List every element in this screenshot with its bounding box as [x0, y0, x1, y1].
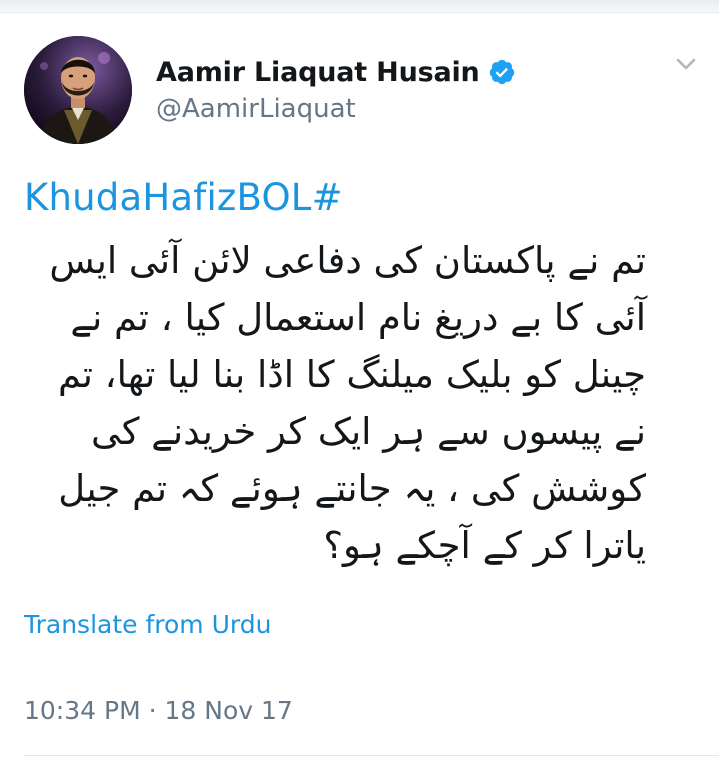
translate-link[interactable]: Translate from Urdu [24, 610, 271, 639]
tweet-text: تم نے پاکستان کی دفاعی لائن آئی ایس آئی … [49, 239, 646, 567]
tweet-timestamp[interactable]: 10:34 PM · 18 Nov 17 [24, 696, 293, 725]
chevron-down-icon[interactable] [672, 52, 700, 76]
display-name[interactable]: Aamir Liaquat Husain [156, 57, 480, 88]
top-divider [0, 0, 719, 13]
name-row: Aamir Liaquat Husain [156, 52, 516, 92]
avatar[interactable] [24, 36, 132, 144]
divider [24, 755, 719, 756]
user-handle[interactable]: @AamirLiaquat [156, 94, 356, 124]
verified-badge-icon [488, 58, 516, 86]
hashtag-link[interactable]: KhudaHafizBOL# [24, 176, 343, 219]
profile-photo [24, 36, 132, 144]
